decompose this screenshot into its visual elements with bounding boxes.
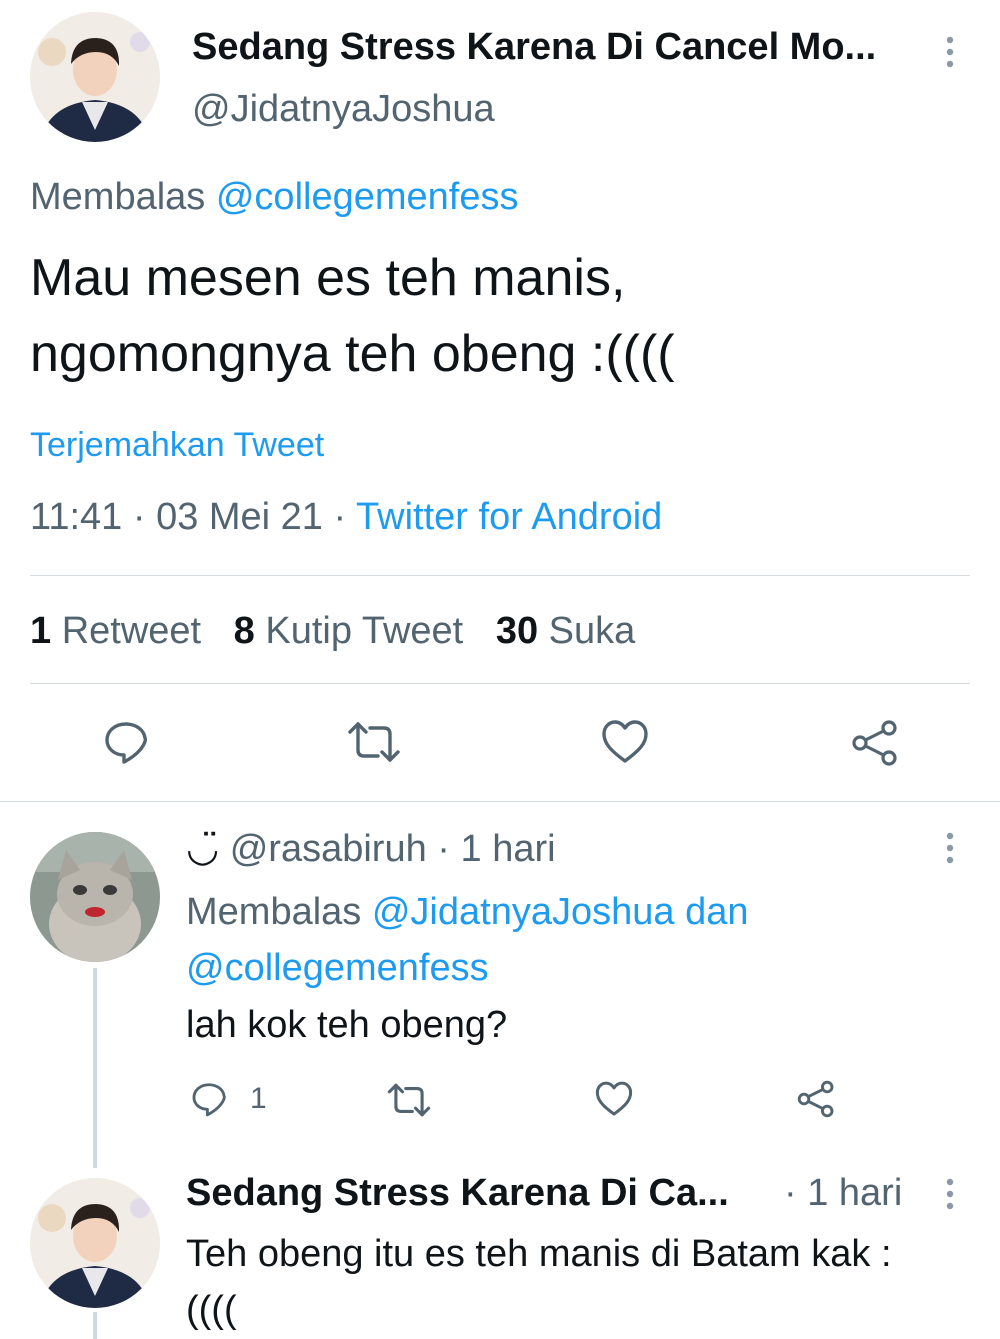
quotes-label: Kutip Tweet [265,610,464,652]
share-icon[interactable] [796,1079,836,1119]
reply-and: dan [685,891,749,933]
divider [30,575,970,576]
reply-to-link[interactable]: @collegemenfess [186,947,489,989]
retweet-icon[interactable] [386,1082,432,1118]
retweets-label: Retweet [61,610,202,652]
reply-header: ◡̈ @rasabiruh · 1 hari [186,826,556,871]
reply-text-line: Teh obeng itu es teh manis di Batam kak … [186,1233,892,1275]
tweet-text-line: ngomongnya teh obeng :(((( [30,325,675,383]
like-icon[interactable] [594,1080,634,1118]
likes-label: Suka [548,610,636,652]
thread-line [93,968,97,1168]
more-options-icon[interactable] [938,830,962,866]
reply-icon[interactable] [102,718,150,766]
reply-prefix: Membalas [30,176,206,218]
reply-avatar[interactable] [30,1178,160,1308]
reply-display-name[interactable]: Sedang Stress Karena Di Ca... [186,1172,772,1215]
reply-handle[interactable]: @rasabiruh [230,828,427,870]
tweet-text: Mau mesen es teh manis, ngomongnya teh o… [30,240,675,392]
retweets-stat[interactable]: 1 Retweet [30,610,212,652]
reply-icon[interactable] [190,1080,228,1118]
reply-context: Membalas @collegemenfess [30,176,518,219]
reply-count: 1 [250,1082,267,1115]
tweet-text-line: Mau mesen es teh manis, [30,249,626,307]
share-icon[interactable] [850,718,900,768]
tweet-date[interactable]: 03 Mei 21 [156,496,323,538]
reply-avatar[interactable] [30,832,160,962]
tweet-source[interactable]: Twitter for Android [356,496,662,538]
reply-to-link[interactable]: @JidatnyaJoshua [372,891,675,933]
author-handle[interactable]: @JidatnyaJoshua [192,88,495,131]
tweet-meta: 11:41 · 03 Mei 21 · Twitter for Android [30,496,662,539]
tweet-stats: 1 Retweet 8 Kutip Tweet 30 Suka [30,610,635,653]
like-icon[interactable] [600,718,650,766]
reply-to-link[interactable]: @collegemenfess [216,176,519,218]
reply-time[interactable]: 1 hari [807,1172,902,1214]
retweet-icon[interactable] [346,720,402,764]
meta-separator: · [132,496,146,538]
meta-separator: · [333,496,347,538]
reply-text-line: (((( [186,1289,237,1331]
reply-emoji: ◡̈ [186,826,220,870]
tweet-time[interactable]: 11:41 [30,496,122,538]
quotes-count: 8 [233,610,255,652]
reply-text: lah kok teh obeng? [186,1004,508,1046]
section-divider [0,801,1000,802]
author-avatar[interactable] [30,12,160,142]
meta-separator: · [437,828,450,870]
translate-tweet-link[interactable]: Terjemahkan Tweet [30,426,324,465]
reply-context: Membalas @JidatnyaJoshua dan @collegemen… [186,884,966,996]
reply-text: Teh obeng itu es teh manis di Batam kak … [186,1226,986,1338]
quotes-stat[interactable]: 8 Kutip Tweet [234,610,474,652]
reply-meta: · 1 hari [784,1172,902,1215]
likes-stat[interactable]: 30 Suka [496,610,635,652]
retweets-count: 1 [30,610,52,652]
more-options-icon[interactable] [938,34,962,70]
reply-time[interactable]: 1 hari [461,828,556,870]
meta-separator: · [784,1172,797,1214]
more-options-icon[interactable] [938,1176,962,1212]
likes-count: 30 [495,610,539,652]
reply-prefix: Membalas [186,891,362,933]
author-display-name[interactable]: Sedang Stress Karena Di Cancel Mo... [192,26,922,69]
divider [30,683,970,684]
thread-line [93,1312,97,1339]
